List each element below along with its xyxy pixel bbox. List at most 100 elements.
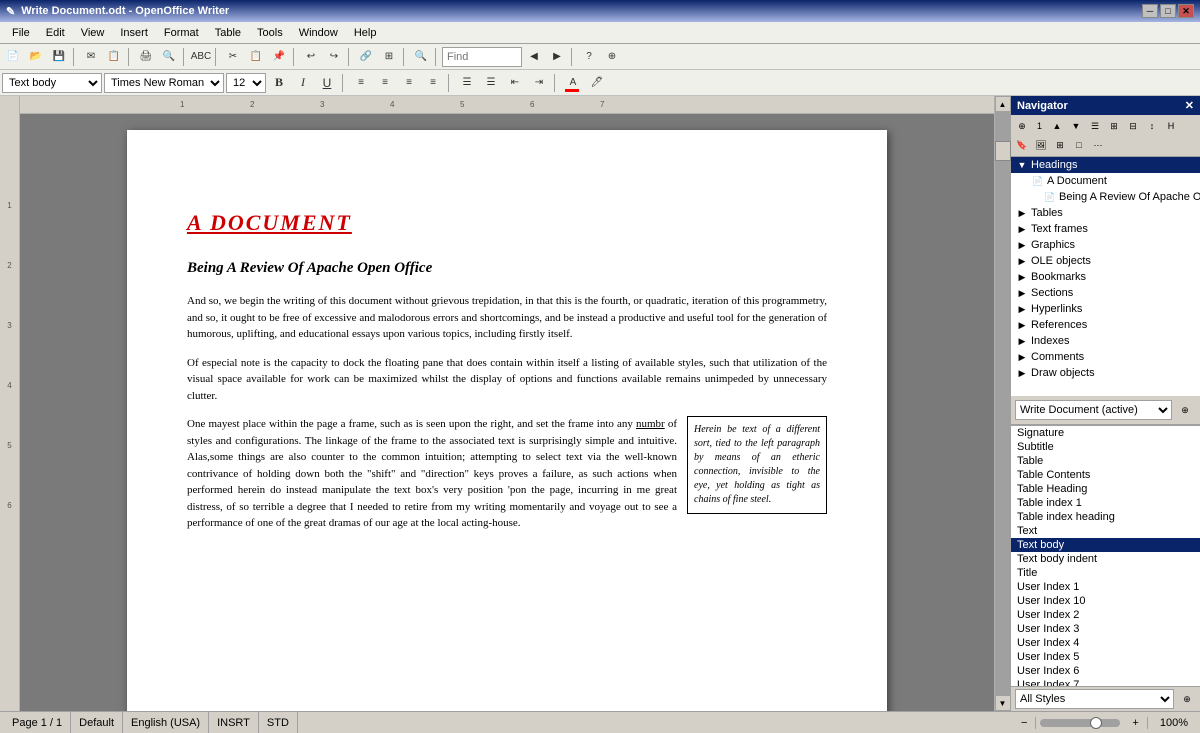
email-button[interactable]: ✉: [80, 46, 102, 68]
menu-window[interactable]: Window: [291, 25, 346, 41]
paragraph-2[interactable]: Of especial note is the capacity to dock…: [187, 355, 827, 405]
style-item-userindex4[interactable]: User Index 4: [1011, 636, 1200, 650]
bullets-button[interactable]: ☰: [456, 72, 478, 94]
nav-graphics-btn[interactable]: 🖼: [1032, 136, 1050, 154]
vertical-scrollbar[interactable]: ▲ ▼: [994, 96, 1010, 711]
menu-insert[interactable]: Insert: [112, 25, 156, 41]
style-select[interactable]: Text body Heading 1 Default: [2, 73, 102, 93]
styles-filter-select[interactable]: All Styles Applied Styles Custom Styles: [1015, 689, 1174, 709]
pdf-button[interactable]: 📋: [103, 46, 125, 68]
font-size-select[interactable]: 12 10 14: [226, 73, 266, 93]
style-item-userindex3[interactable]: User Index 3: [1011, 622, 1200, 636]
styles-list[interactable]: Signature Subtitle Table Table Contents …: [1011, 426, 1200, 686]
status-zoom-in[interactable]: +: [1124, 717, 1147, 729]
status-zoom-out[interactable]: −: [1013, 717, 1036, 729]
save-button[interactable]: 💾: [48, 46, 70, 68]
nav-up-btn[interactable]: ▲: [1048, 117, 1066, 135]
scroll-down-button[interactable]: ▼: [995, 695, 1011, 711]
nav-collapse-btn[interactable]: ⊟: [1124, 117, 1142, 135]
style-item-userindex5[interactable]: User Index 5: [1011, 650, 1200, 664]
menu-tools[interactable]: Tools: [249, 25, 291, 41]
nav-doc-btn[interactable]: ⊕: [1176, 401, 1194, 419]
help-button[interactable]: ?: [578, 46, 600, 68]
style-item-textbody[interactable]: Text body: [1011, 538, 1200, 552]
navigator-button[interactable]: ⊕: [601, 46, 623, 68]
align-center-button[interactable]: ≡: [374, 72, 396, 94]
nav-extra-btn[interactable]: ⋯: [1089, 136, 1107, 154]
nav-item-textframes[interactable]: ▶ Text frames: [1011, 221, 1200, 237]
nav-item-references[interactable]: ▶ References: [1011, 317, 1200, 333]
find-next-button[interactable]: ▶: [546, 46, 568, 68]
style-item-userindex2[interactable]: User Index 2: [1011, 608, 1200, 622]
bold-button[interactable]: B: [268, 72, 290, 94]
minimize-button[interactable]: ─: [1142, 4, 1158, 18]
menu-file[interactable]: File: [4, 25, 38, 41]
nav-tables-btn[interactable]: ⊞: [1051, 136, 1069, 154]
nav-frames-btn[interactable]: □: [1070, 136, 1088, 154]
font-color-button[interactable]: A: [562, 72, 584, 94]
menu-format[interactable]: Format: [156, 25, 207, 41]
nav-headings-btn[interactable]: H: [1162, 117, 1180, 135]
style-item-tableheading[interactable]: Table Heading: [1011, 482, 1200, 496]
style-item-userindex6[interactable]: User Index 6: [1011, 664, 1200, 678]
copy-button[interactable]: 📋: [245, 46, 267, 68]
menu-view[interactable]: View: [73, 25, 113, 41]
zoom-slider[interactable]: [1040, 719, 1120, 727]
find-input[interactable]: [442, 47, 522, 67]
style-item-tableindex1[interactable]: Table index 1: [1011, 496, 1200, 510]
page-scroll[interactable]: A Document Being A Review Of Apache Open…: [20, 114, 994, 711]
menu-help[interactable]: Help: [346, 25, 385, 41]
nav-item-doc[interactable]: 📄 A Document: [1011, 173, 1200, 189]
style-item-userindex10[interactable]: User Index 10: [1011, 594, 1200, 608]
style-item-signature[interactable]: Signature: [1011, 426, 1200, 440]
style-item-tableindexheading[interactable]: Table index heading: [1011, 510, 1200, 524]
italic-button[interactable]: I: [292, 72, 314, 94]
underline-button[interactable]: U: [316, 72, 338, 94]
style-item-title[interactable]: Title: [1011, 566, 1200, 580]
style-item-subtitle[interactable]: Subtitle: [1011, 440, 1200, 454]
menu-edit[interactable]: Edit: [38, 25, 73, 41]
nav-item-review[interactable]: 📄 Being A Review Of Apache Ope: [1011, 189, 1200, 205]
navigator-close-icon[interactable]: ✕: [1185, 99, 1194, 112]
font-select[interactable]: Times New Roman Arial: [104, 73, 224, 93]
status-zoom-level[interactable]: 100%: [1152, 717, 1196, 729]
numbering-button[interactable]: ☰: [480, 72, 502, 94]
undo-button[interactable]: ↩: [300, 46, 322, 68]
scroll-thumb[interactable]: [995, 141, 1011, 161]
outdent-button[interactable]: ⇤: [504, 72, 526, 94]
paragraph-3[interactable]: Herein be text of a different sort, tied…: [187, 416, 827, 532]
nav-down-btn[interactable]: ▼: [1067, 117, 1085, 135]
style-item-tablecontents[interactable]: Table Contents: [1011, 468, 1200, 482]
find-prev-button[interactable]: ◀: [523, 46, 545, 68]
nav-bookmark-btn[interactable]: 🔖: [1013, 136, 1031, 154]
menu-table[interactable]: Table: [207, 25, 249, 41]
style-item-userindex1[interactable]: User Index 1: [1011, 580, 1200, 594]
nav-item-comments[interactable]: ▶ Comments: [1011, 349, 1200, 365]
align-left-button[interactable]: ≡: [350, 72, 372, 94]
scroll-track[interactable]: [995, 112, 1011, 695]
nav-item-graphics[interactable]: ▶ Graphics: [1011, 237, 1200, 253]
open-button[interactable]: 📂: [25, 46, 47, 68]
nav-sync-btn[interactable]: ↕: [1143, 117, 1161, 135]
nav-settings-btn[interactable]: ☰: [1086, 117, 1104, 135]
indent-button[interactable]: ⇥: [528, 72, 550, 94]
style-item-userindex7[interactable]: User Index 7: [1011, 678, 1200, 686]
nav-item-ole[interactable]: ▶ OLE objects: [1011, 253, 1200, 269]
nav-item-indexes[interactable]: ▶ Indexes: [1011, 333, 1200, 349]
nav-item-bookmarks[interactable]: ▶ Bookmarks: [1011, 269, 1200, 285]
highlight-button[interactable]: 🖊: [586, 72, 608, 94]
nav-item-sections[interactable]: ▶ Sections: [1011, 285, 1200, 301]
nav-expand-btn[interactable]: ⊞: [1105, 117, 1123, 135]
align-justify-button[interactable]: ≡: [422, 72, 444, 94]
style-item-table[interactable]: Table: [1011, 454, 1200, 468]
nav-item-headings[interactable]: ▼ Headings: [1011, 157, 1200, 173]
nav-document-select[interactable]: Write Document (active): [1015, 400, 1172, 420]
preview-button[interactable]: 🔍: [158, 46, 180, 68]
style-item-text[interactable]: Text: [1011, 524, 1200, 538]
spellcheck-button[interactable]: ABC: [190, 46, 212, 68]
nav-item-tables[interactable]: ▶ Tables: [1011, 205, 1200, 221]
paste-button[interactable]: 📌: [268, 46, 290, 68]
new-button[interactable]: 📄: [2, 46, 24, 68]
style-item-textbodyindent[interactable]: Text body indent: [1011, 552, 1200, 566]
nav-item-hyperlinks[interactable]: ▶ Hyperlinks: [1011, 301, 1200, 317]
